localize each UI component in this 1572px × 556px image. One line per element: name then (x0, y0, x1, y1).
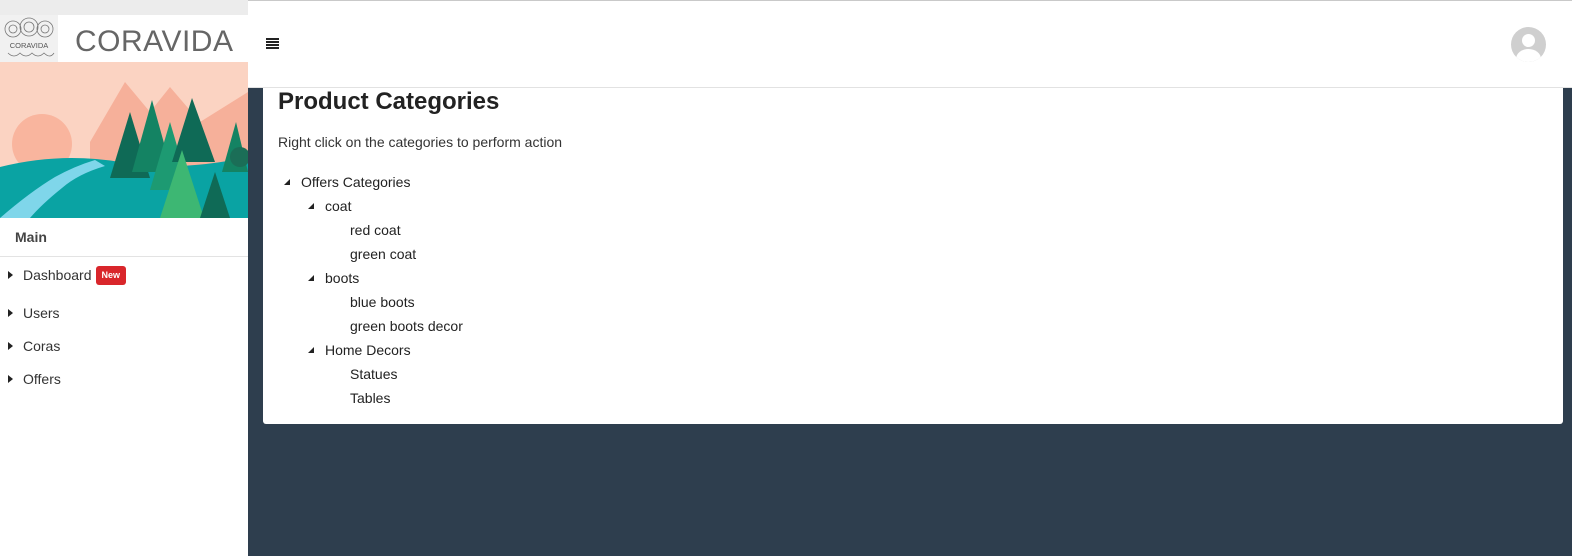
tree-node-boots[interactable]: boots (308, 266, 359, 290)
tree-node-coat[interactable]: coat (308, 194, 351, 218)
tree-node-label: green coat (350, 246, 417, 262)
user-avatar-icon[interactable] (1511, 27, 1546, 62)
categories-card: Product Categories Right click on the ca… (263, 88, 1563, 424)
tree-node-label: Tables (350, 390, 391, 406)
coravida-logo: CORAVIDA (0, 15, 58, 62)
sidebar-item-label: Offers (23, 370, 61, 387)
new-badge: New (95, 265, 127, 285)
sidebar-item-coras[interactable]: Coras (0, 329, 248, 362)
tree-node-green-coat[interactable]: green coat (350, 242, 416, 266)
tree-node-label: boots (325, 270, 360, 286)
tree-node-offers-categories[interactable]: Offers Categories (284, 170, 410, 194)
expanded-triangle-icon[interactable] (308, 203, 314, 209)
brand-name: CORAVIDA (75, 25, 234, 58)
hamburger-icon[interactable] (266, 38, 279, 52)
sidebar-nav: Dashboard New Users Coras Offers (0, 262, 248, 395)
instruction-text: Right click on the categories to perform… (278, 134, 563, 150)
tree-node-label: red coat (350, 222, 401, 238)
sidebar-item-label: Coras (23, 337, 61, 354)
sidebar-item-users[interactable]: Users (0, 296, 248, 329)
expanded-triangle-icon[interactable] (308, 275, 314, 281)
caret-right-icon (8, 271, 13, 279)
tree-node-home-decors[interactable]: Home Decors (308, 338, 411, 362)
tree-node-label: blue boots (350, 294, 415, 310)
expanded-triangle-icon[interactable] (308, 347, 314, 353)
page-title: Product Categories (278, 88, 500, 115)
tree-node-green-boots-decor[interactable]: green boots decor (350, 314, 463, 338)
tree-node-label: Offers Categories (301, 174, 411, 190)
tree-node-blue-boots[interactable]: blue boots (350, 290, 415, 314)
tree-node-label: green boots decor (350, 318, 463, 334)
tree-node-statues[interactable]: Statues (350, 362, 397, 386)
caret-right-icon (8, 308, 13, 317)
tree-node-label: Statues (350, 366, 398, 382)
top-header (248, 0, 1572, 88)
caret-right-icon (8, 374, 13, 383)
caret-right-icon (8, 341, 13, 350)
logo-text: CORAVIDA (10, 41, 49, 50)
sidebar-item-offers[interactable]: Offers (0, 362, 248, 395)
nav-heading-main: Main (15, 229, 47, 245)
tree-node-label: coat (325, 198, 352, 214)
sidebar-item-label: Dashboard (23, 267, 92, 283)
tree-node-label: Home Decors (325, 342, 411, 358)
tree-node-tables[interactable]: Tables (350, 386, 390, 410)
brand[interactable]: CORAVIDA CORAVIDA (0, 15, 248, 62)
sidebar-item-label: Users (23, 304, 60, 321)
sidebar-banner-image (0, 62, 248, 218)
nav-divider (0, 256, 248, 257)
tree-node-red-coat[interactable]: red coat (350, 218, 401, 242)
sidebar: CORAVIDA CORAVIDA Main Dashboard New Use… (0, 0, 248, 556)
sidebar-top-strip (0, 0, 248, 15)
expanded-triangle-icon[interactable] (284, 179, 290, 185)
sidebar-item-dashboard[interactable]: Dashboard New (0, 262, 248, 288)
